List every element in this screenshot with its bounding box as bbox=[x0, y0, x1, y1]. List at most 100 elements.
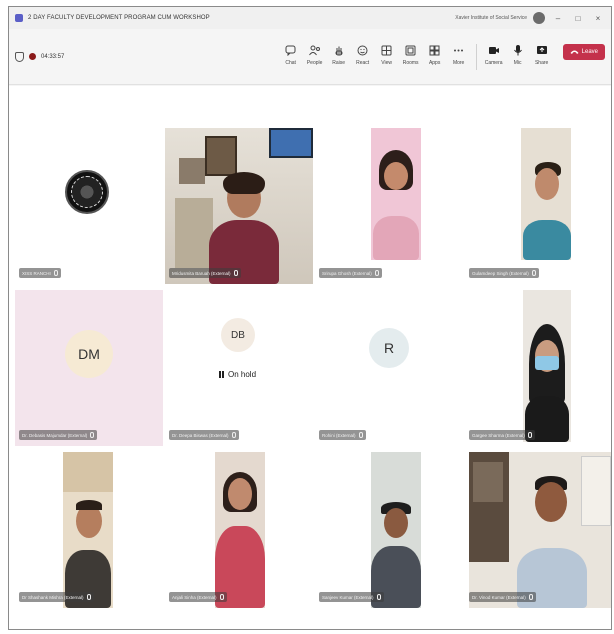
camera-label: Camera bbox=[484, 59, 503, 66]
participant-tile[interactable]: Mridusmita Baruah (External) bbox=[165, 128, 313, 284]
minimize-button[interactable]: – bbox=[551, 14, 565, 23]
participant-name-tag: Dr. Vinod Kumar (External) bbox=[469, 592, 536, 602]
participant-video bbox=[371, 452, 421, 608]
participant-tile[interactable]: DB On hold Dr. Deepa Biswas (External) bbox=[165, 290, 313, 446]
people-button[interactable]: People bbox=[304, 44, 326, 66]
participant-tile[interactable]: Dr. Vinod Kumar (External) bbox=[465, 452, 611, 608]
rooms-button[interactable]: Rooms bbox=[400, 44, 422, 66]
participant-name: Dr. Debasis Majumdar (External) bbox=[22, 432, 88, 438]
mic-icon bbox=[53, 270, 58, 276]
react-button[interactable]: React bbox=[352, 44, 374, 66]
participant-tile[interactable]: Dr Shashank Mishra (External) bbox=[15, 452, 163, 608]
mic-icon bbox=[527, 432, 532, 438]
mic-label: Mic bbox=[513, 59, 522, 66]
participant-video bbox=[521, 128, 571, 260]
mic-icon bbox=[233, 270, 238, 276]
participant-name-tag: Dr. Debasis Majumdar (External) bbox=[19, 430, 98, 440]
camera-icon bbox=[487, 44, 500, 57]
participant-name-tag: XISS RANCHI bbox=[19, 268, 61, 278]
participant-video bbox=[63, 452, 113, 608]
participant-name: Rohini (External) bbox=[322, 432, 356, 438]
more-icon bbox=[452, 44, 465, 57]
participant-name: Gargee Sharma (External) bbox=[472, 432, 525, 438]
on-hold-label: On hold bbox=[228, 370, 257, 379]
participant-name: Dr Shashank Mishra (External) bbox=[22, 594, 84, 600]
mic-icon bbox=[376, 594, 381, 600]
participant-name: XISS RANCHI bbox=[22, 270, 51, 276]
participant-name-tag: Dr. Deepa Biswas (External) bbox=[169, 430, 239, 440]
recording-icon bbox=[29, 53, 36, 60]
participant-name-tag: Sanjeev Kumar (External) bbox=[319, 592, 384, 602]
participant-video bbox=[371, 128, 421, 260]
chat-button[interactable]: Chat bbox=[280, 44, 302, 66]
participant-name: Srirupa Ghosh (External) bbox=[322, 270, 372, 276]
teams-app-icon bbox=[15, 14, 23, 22]
view-label: View bbox=[381, 59, 393, 66]
more-label: More bbox=[452, 59, 465, 66]
mic-icon bbox=[231, 432, 236, 438]
participant-avatar: DB bbox=[221, 318, 255, 352]
leave-button[interactable]: Leave bbox=[562, 43, 605, 60]
mic-icon bbox=[86, 594, 91, 600]
view-icon bbox=[380, 44, 393, 57]
shield-icon[interactable] bbox=[15, 51, 24, 62]
pause-icon bbox=[219, 371, 224, 378]
participant-tile[interactable]: XISS RANCHI bbox=[15, 128, 163, 284]
share-button[interactable]: Share bbox=[531, 44, 553, 66]
participant-video bbox=[215, 452, 265, 608]
mic-icon bbox=[528, 594, 533, 600]
teams-window: 2 DAY FACULTY DEVELOPMENT PROGRAM CUM WO… bbox=[8, 6, 612, 630]
participant-name-tag: Rohini (External) bbox=[319, 430, 366, 440]
mic-icon bbox=[358, 432, 363, 438]
more-button[interactable]: More bbox=[448, 44, 470, 66]
people-icon bbox=[308, 44, 321, 57]
meeting-toolbar: 04:33:57 Chat People Raise React View Ro… bbox=[9, 29, 611, 85]
phone-hangup-icon bbox=[570, 50, 579, 54]
participant-name-tag: Gulamdeep Singh (External) bbox=[469, 268, 539, 278]
mic-icon bbox=[531, 270, 536, 276]
participant-name-tag: Mridusmita Baruah (External) bbox=[169, 268, 241, 278]
participant-tile[interactable]: Srirupa Ghosh (External) bbox=[315, 128, 463, 284]
mic-button[interactable]: Mic bbox=[507, 44, 529, 66]
mic-icon bbox=[90, 432, 95, 438]
close-window-button[interactable]: × bbox=[591, 14, 605, 23]
participant-tile[interactable]: Gulamdeep Singh (External) bbox=[465, 128, 611, 284]
participant-name: Dr. Deepa Biswas (External) bbox=[172, 432, 229, 438]
participant-video bbox=[165, 128, 313, 284]
participant-name-tag: Anjali Sinha (External) bbox=[169, 592, 227, 602]
participant-name: Dr. Vinod Kumar (External) bbox=[472, 594, 526, 600]
participant-name: Sanjeev Kumar (External) bbox=[322, 594, 374, 600]
raise-hand-button[interactable]: Raise bbox=[328, 44, 350, 66]
participant-tile[interactable]: Anjali Sinha (External) bbox=[165, 452, 313, 608]
maximize-button[interactable]: □ bbox=[571, 14, 585, 23]
apps-button[interactable]: Apps bbox=[424, 44, 446, 66]
on-hold-status: On hold bbox=[219, 370, 256, 379]
raise-label: Raise bbox=[332, 59, 346, 66]
chat-icon bbox=[284, 44, 297, 57]
mic-icon bbox=[219, 594, 224, 600]
share-label: Share bbox=[534, 59, 549, 66]
react-icon bbox=[356, 44, 369, 57]
meeting-title: 2 DAY FACULTY DEVELOPMENT PROGRAM CUM WO… bbox=[28, 15, 210, 21]
share-icon bbox=[535, 44, 548, 57]
participant-name: Mridusmita Baruah (External) bbox=[172, 270, 231, 276]
participant-tile[interactable]: Gargee Sharma (External) bbox=[465, 290, 611, 446]
participant-name: Anjali Sinha (External) bbox=[172, 594, 217, 600]
apps-icon bbox=[428, 44, 441, 57]
account-avatar[interactable] bbox=[533, 12, 545, 24]
raise-hand-icon bbox=[332, 44, 345, 57]
participant-tile[interactable]: DM Dr. Debasis Majumdar (External) bbox=[15, 290, 163, 446]
organization-logo bbox=[65, 170, 109, 214]
camera-button[interactable]: Camera bbox=[483, 44, 505, 66]
participant-video bbox=[469, 452, 611, 608]
rooms-icon bbox=[404, 44, 417, 57]
video-gallery: XISS RANCHI Mridusmita Baruah (External) bbox=[9, 86, 611, 629]
participant-name-tag: Srirupa Ghosh (External) bbox=[319, 268, 382, 278]
meeting-timer: 04:33:57 bbox=[41, 53, 65, 60]
apps-label: Apps bbox=[428, 59, 441, 66]
participant-tile[interactable]: Sanjeev Kumar (External) bbox=[315, 452, 463, 608]
people-label: People bbox=[306, 59, 323, 66]
participant-tile[interactable]: R Rohini (External) bbox=[315, 290, 463, 446]
view-button[interactable]: View bbox=[376, 44, 398, 66]
participant-avatar: R bbox=[369, 328, 409, 368]
